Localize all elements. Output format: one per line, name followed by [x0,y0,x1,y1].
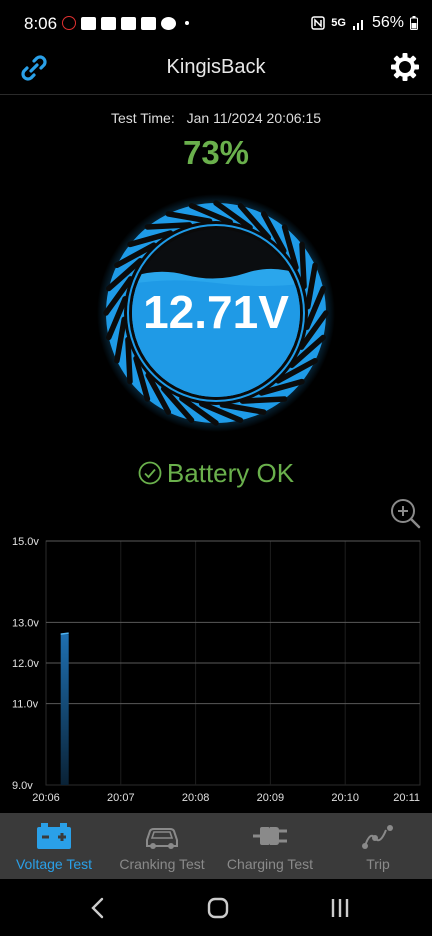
status-time: 8:06 [24,14,58,33]
status-right: 5G 56% [311,14,418,32]
x-tick-label: 20:08 [182,792,210,804]
navigation-icon [161,16,176,30]
gauge-stripe [144,222,193,230]
mail-icon [121,16,136,30]
battery-icon [37,823,71,849]
signal-icon [352,19,363,30]
more-notifications-dot [185,21,189,25]
y-tick-label: 12.0v [12,658,39,670]
nav-charging-test[interactable]: Charging Test [216,813,324,879]
notification-icons [62,16,189,30]
network-type: 5G [331,17,346,29]
nav-voltage-test[interactable]: Voltage Test [0,813,108,879]
nav-label: Cranking Test [119,856,205,872]
nav-label: Voltage Test [15,856,93,872]
gallery-icon [141,16,156,30]
battery-percentage: 73% [182,134,250,171]
youtube-icon [81,16,96,30]
battery-percent: 56% [371,14,404,31]
app-title: KingisBack [166,56,266,78]
battery-status: Battery OK [0,458,432,489]
gauge-stripe [239,396,288,404]
gear-icon[interactable] [389,51,421,83]
x-tick-label: 20:10 [331,792,359,804]
zoom-in-icon[interactable] [389,497,421,529]
trip-icon [362,825,393,849]
y-tick-label: 9.0v [12,780,33,792]
y-tick-label: 13.0v [12,617,39,629]
battery-status-icon [410,16,418,30]
check-circle-icon [138,461,162,485]
test-time: Test Time: Jan 11/2024 20:06:15 [0,110,432,126]
x-tick-label: 20:09 [257,792,285,804]
nav-label: Trip [366,856,390,872]
mail-icon [101,16,116,30]
voltage-reading: 12.71V [143,286,289,338]
vpn-icon [62,16,76,30]
y-tick-label: 11.0v [12,699,39,711]
home-icon[interactable] [196,893,240,923]
x-tick-label: 20:06 [32,792,60,804]
test-time-value: Jan 11/2024 20:06:15 [186,110,322,126]
car-icon [146,828,178,849]
gauge-stripe [125,336,133,385]
voltage-chart: 15.0v 13.0v 12.0v 11.0v 9.0v20:06 20:07 20:08 2… [12,536,421,804]
plug-icon [253,827,287,845]
nav-trip[interactable]: Trip [324,813,432,879]
test-time-label: Test Time: [110,110,175,126]
nav-label: Charging Test [226,856,314,872]
back-icon[interactable] [76,893,120,923]
recents-icon[interactable] [318,893,362,923]
x-tick-label: 20:11 [393,792,420,804]
nav-cranking-test[interactable]: Cranking Test [108,813,216,879]
chart-bar-cap [60,632,69,635]
y-tick-label: 15.0v [12,536,39,548]
battery-status-text: Battery OK [166,458,295,488]
x-tick-label: 20:07 [107,792,135,804]
gauge-stripe [299,241,307,290]
nfc-icon [311,16,326,30]
chart-bar [60,634,69,785]
